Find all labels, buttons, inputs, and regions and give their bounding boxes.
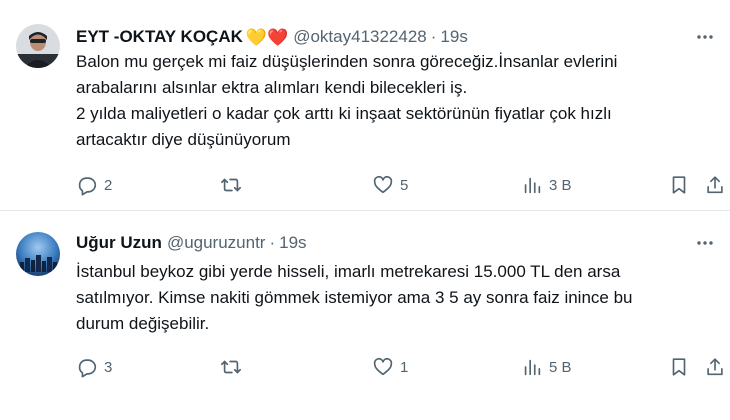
like-button[interactable]: 5 bbox=[372, 173, 408, 197]
analytics-icon bbox=[524, 359, 541, 376]
tweet-text: İstanbul beykoz gibi yerde hisseli, imar… bbox=[76, 259, 716, 337]
avatar[interactable] bbox=[16, 232, 60, 276]
more-horizontal-icon[interactable] bbox=[694, 232, 716, 254]
like-button[interactable]: 1 bbox=[372, 355, 408, 379]
author-handle[interactable]: @uguruzuntr bbox=[167, 233, 266, 253]
views-count: 3 B bbox=[549, 176, 572, 194]
share-icon bbox=[707, 176, 723, 194]
like-count: 5 bbox=[400, 176, 409, 194]
separator-dot: · bbox=[430, 27, 437, 46]
tweet-text: Balon mu gerçek mi faiz düşüşlerinden so… bbox=[76, 49, 716, 153]
tweet-text-line: artacaktır diye düşünüyorum bbox=[76, 130, 291, 149]
separator-dot: · bbox=[269, 233, 276, 252]
tweet-text-line: 2 yılda maliyetleri o kadar çok arttı ki… bbox=[76, 104, 612, 123]
share-icon bbox=[707, 358, 723, 376]
avatar[interactable] bbox=[16, 24, 60, 68]
retweet-icon bbox=[221, 360, 241, 374]
views-button[interactable]: 5 B bbox=[521, 355, 572, 379]
share-button[interactable] bbox=[704, 355, 726, 379]
reply-count: 3 bbox=[104, 358, 113, 376]
more-horizontal-icon[interactable] bbox=[694, 26, 716, 48]
reply-icon bbox=[78, 359, 97, 378]
tweet-text-line: durum değişebilir. bbox=[76, 314, 210, 333]
author-name[interactable]: Uğur Uzun bbox=[76, 233, 162, 253]
bookmark-icon bbox=[672, 176, 686, 194]
tweet-header: EYT -OKTAY KOÇAK 💛❤️ @oktay41322428 · 19… bbox=[76, 26, 468, 48]
tweet-text-line: İstanbul beykoz gibi yerde hisseli, imar… bbox=[76, 262, 621, 281]
tweet-text-line: satılmıyor. Kimse nakiti gömmek istemiyo… bbox=[76, 288, 633, 307]
heart-icon bbox=[373, 357, 393, 376]
retweet-button[interactable] bbox=[220, 173, 248, 197]
timestamp[interactable]: 19s bbox=[279, 233, 306, 253]
bookmark-button[interactable] bbox=[668, 355, 690, 379]
action-bar: 3 1 5 B bbox=[76, 355, 723, 379]
tweet[interactable]: Uğur Uzun @uguruzuntr · 19s İstanbul bey… bbox=[0, 212, 730, 420]
tweet[interactable]: EYT -OKTAY KOÇAK 💛❤️ @oktay41322428 · 19… bbox=[0, 0, 730, 211]
like-count: 1 bbox=[400, 358, 409, 376]
analytics-icon bbox=[524, 177, 541, 194]
bookmark-icon bbox=[672, 358, 686, 376]
tweet-header: Uğur Uzun @uguruzuntr · 19s bbox=[76, 232, 307, 254]
tweet-text-line: Balon mu gerçek mi faiz düşüşlerinden so… bbox=[76, 52, 618, 71]
reply-count: 2 bbox=[104, 176, 113, 194]
views-button[interactable]: 3 B bbox=[521, 173, 572, 197]
heart-icon bbox=[373, 175, 393, 194]
reply-button[interactable]: 3 bbox=[76, 355, 112, 379]
author-name[interactable]: EYT -OKTAY KOÇAK bbox=[76, 27, 243, 47]
author-emojis: 💛❤️ bbox=[245, 27, 289, 47]
author-handle[interactable]: @oktay41322428 bbox=[293, 27, 427, 47]
bookmark-button[interactable] bbox=[668, 173, 690, 197]
views-count: 5 B bbox=[549, 358, 572, 376]
action-bar: 2 5 3 B bbox=[76, 173, 723, 197]
retweet-icon bbox=[221, 178, 241, 192]
retweet-button[interactable] bbox=[220, 355, 248, 379]
share-button[interactable] bbox=[704, 173, 726, 197]
timestamp[interactable]: 19s bbox=[440, 27, 467, 47]
tweet-text-line: arabalarını alsınlar ektra alımları kend… bbox=[76, 78, 468, 97]
reply-button[interactable]: 2 bbox=[76, 173, 112, 197]
reply-icon bbox=[78, 177, 97, 196]
